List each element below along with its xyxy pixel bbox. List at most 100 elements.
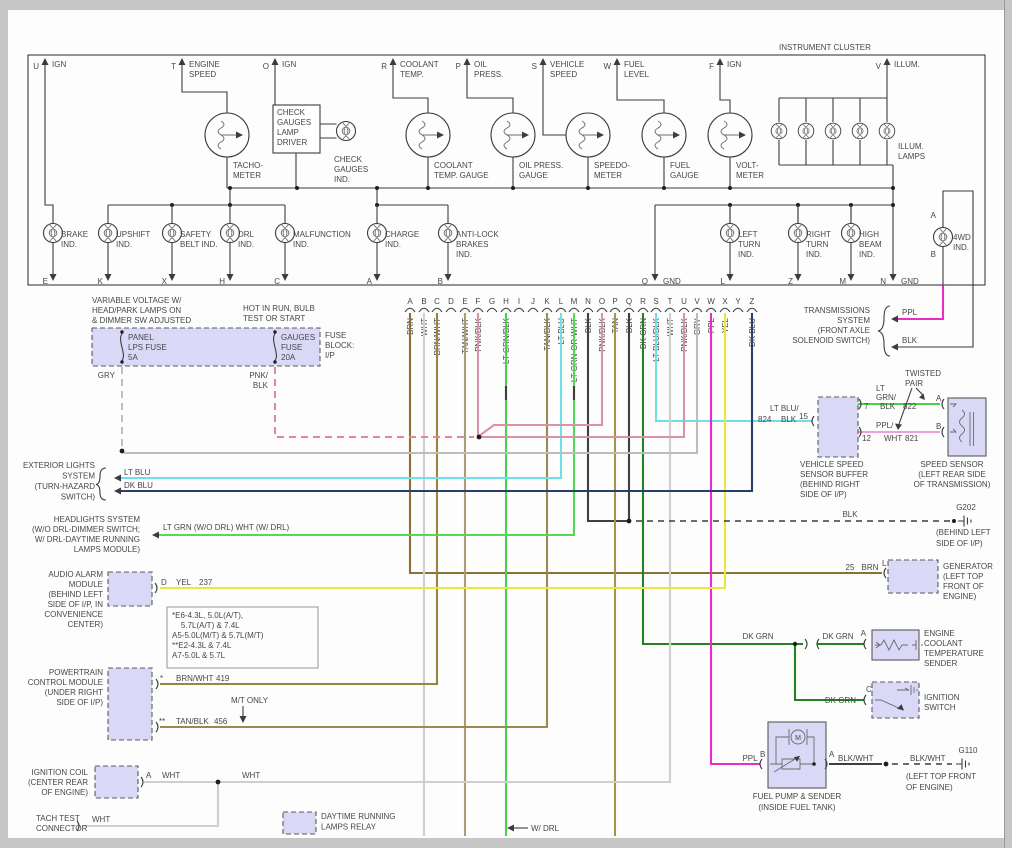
top-pin-T: T — [171, 62, 176, 71]
cluster-junction-dots — [170, 186, 895, 207]
indicator-label: HIGH — [859, 230, 879, 239]
label-line: SWITCH — [924, 703, 956, 712]
label-line: GENERATOR — [943, 562, 993, 571]
connector-pin-A: A — [407, 297, 413, 306]
fuelpump-pin-b: B — [760, 750, 765, 759]
top-pin-label: COOLANT — [400, 60, 439, 69]
indicator-lamp-Z — [789, 224, 808, 243]
label-line: A7-5.0L & 5.7L — [172, 651, 226, 660]
fuelpump-wire-out: BLK/WHT — [838, 754, 874, 763]
exterior-lights-system: EXTERIOR LIGHTSSYSTEM(TURN-HAZARDSWITCH)… — [23, 461, 153, 502]
label-line: GAUGES — [281, 333, 315, 342]
label-line: SIDE OF I/P, IN — [48, 600, 104, 609]
label-line: LAMP — [277, 128, 299, 137]
label-line: DAYTIME RUNNING — [321, 812, 396, 821]
label-line: SYSTEM — [62, 472, 95, 481]
gnd-right-label: GND — [901, 277, 919, 286]
indicator-pin-A: A — [367, 277, 373, 286]
indicator-pin-H: H — [219, 277, 225, 286]
indicator-label: DRL — [238, 230, 255, 239]
fuse-right-note: HOT IN RUN, BULBTEST OR START — [243, 304, 315, 323]
indicator-label: IND. — [456, 250, 472, 259]
label-line: HOT IN RUN, BULB — [243, 304, 315, 313]
check-gauges-indicator-lamp — [337, 122, 356, 141]
pcm-circuit2: 456 — [214, 717, 228, 726]
g110-wire2: BLK/WHT — [910, 754, 946, 763]
indicator-label: CHARGE — [385, 230, 419, 239]
top-pin-V: V — [876, 62, 882, 71]
indicator-label: LEFT — [738, 230, 758, 239]
trans-blk-label: BLK — [902, 336, 918, 345]
label-line: I/P — [325, 351, 335, 360]
engine-coolant-temperature-sender: DK GRN DK GRN A ENGINECOOLANTTEMPERATURE… — [742, 629, 983, 668]
connector-pin-J: J — [531, 297, 535, 306]
wdrl-annotation: W/ DRL — [531, 824, 560, 833]
fourwd-pin-b: B — [931, 250, 936, 259]
label-line: CONVENIENCE — [44, 610, 103, 619]
gauge-label: METER — [594, 171, 622, 180]
buffer-pin-in: 15 — [799, 412, 808, 421]
label-line: (LEFT TOP — [943, 572, 983, 581]
connector-pin-O: O — [599, 297, 605, 306]
wiring-diagram: INSTRUMENT CLUSTER CHECKGAUGESLAMPDRIVER… — [0, 0, 1012, 848]
dk-blu-label: DK BLU — [124, 481, 153, 490]
indicator-label: BRAKE — [61, 230, 88, 239]
label-line: CENTER) — [67, 620, 103, 629]
label-line: OF ENGINE) — [41, 788, 88, 797]
connector-pin-I: I — [518, 297, 520, 306]
top-pin-label: SPEED — [550, 70, 577, 79]
connector-pin-S: S — [653, 297, 658, 306]
label-line: & DIMMER SW ADJUSTED — [92, 316, 191, 325]
label-line: TWISTED — [905, 369, 941, 378]
top-pin-label: SPEED — [189, 70, 216, 79]
top-pin-label: ILLUM. — [894, 60, 920, 69]
illum-lamp — [771, 123, 787, 139]
pcm-pin2: ** — [159, 717, 165, 726]
label-line: LAMPS — [898, 152, 925, 161]
check-gauges-ind-label: CHECKGAUGESIND. — [334, 155, 368, 184]
top-pin-label: IGN — [727, 60, 741, 69]
label-line: AUDIO ALARM — [48, 570, 103, 579]
indicator-label: IND. — [238, 240, 254, 249]
audio-circuit: 237 — [199, 578, 213, 587]
indicator-label: BRAKES — [456, 240, 488, 249]
cluster-title: INSTRUMENT CLUSTER — [779, 43, 871, 52]
label-line: SENSOR BUFFER — [800, 470, 868, 479]
label-line: MODULE — [69, 580, 103, 589]
gnd-left-pin: Q — [642, 277, 648, 286]
pcm-circuit1: 419 — [216, 674, 230, 683]
engine-notes-box: *E6-4.3L, 5.0L(A/T), 5.7L(A/T) & 7.4LA5-… — [167, 607, 318, 668]
g202-id: G202 — [956, 503, 976, 512]
indicator-lamp-H — [221, 224, 240, 243]
label-line: PAIR — [905, 379, 923, 388]
sender-pin: A — [861, 629, 867, 638]
connector-pin-Q: Q — [626, 297, 632, 306]
label-line: SYSTEM — [837, 316, 870, 325]
label-line: POWERTRAIN — [49, 668, 103, 677]
label-line: LPS FUSE — [128, 343, 167, 352]
indicator-lamp-A — [368, 224, 387, 243]
fourwd-lamp — [934, 228, 953, 247]
top-pin-U: U — [33, 62, 39, 71]
gnd-left-label: GND — [663, 277, 681, 286]
daytime-running-lamps-relay: DAYTIME RUNNINGLAMPS RELAY W/ DRL — [283, 812, 560, 834]
label-line: PANEL — [128, 333, 154, 342]
top-pin-label: VEHICLE — [550, 60, 584, 69]
gauge-label: VOLT- — [736, 161, 759, 170]
label-line: ILLUM. — [898, 142, 924, 151]
label-line: 5A — [128, 353, 138, 362]
indicator-lamp-K — [99, 224, 118, 243]
label-line: (BEHIND LEFT — [936, 528, 991, 537]
top-pin-label: ENGINE — [189, 60, 220, 69]
generator-wire: BRN — [862, 563, 879, 572]
label-line: SIDE OF I/P) — [56, 698, 103, 707]
connector-pin-G: G — [489, 297, 495, 306]
label-line: (BEHIND LEFT — [48, 590, 103, 599]
speed-sensor: SPEED SENSOR(LEFT REAR SIDEOF TRANSMISSI… — [914, 398, 991, 489]
label-line: SIDE OF I/P) — [800, 490, 847, 499]
label-line: SENDER — [924, 659, 958, 668]
top-pin-W: W — [603, 62, 611, 71]
buffer-outa-top1: LT — [876, 384, 885, 393]
indicator-label: ANTI-LOCK — [456, 230, 499, 239]
label-line: CHECK — [334, 155, 363, 164]
